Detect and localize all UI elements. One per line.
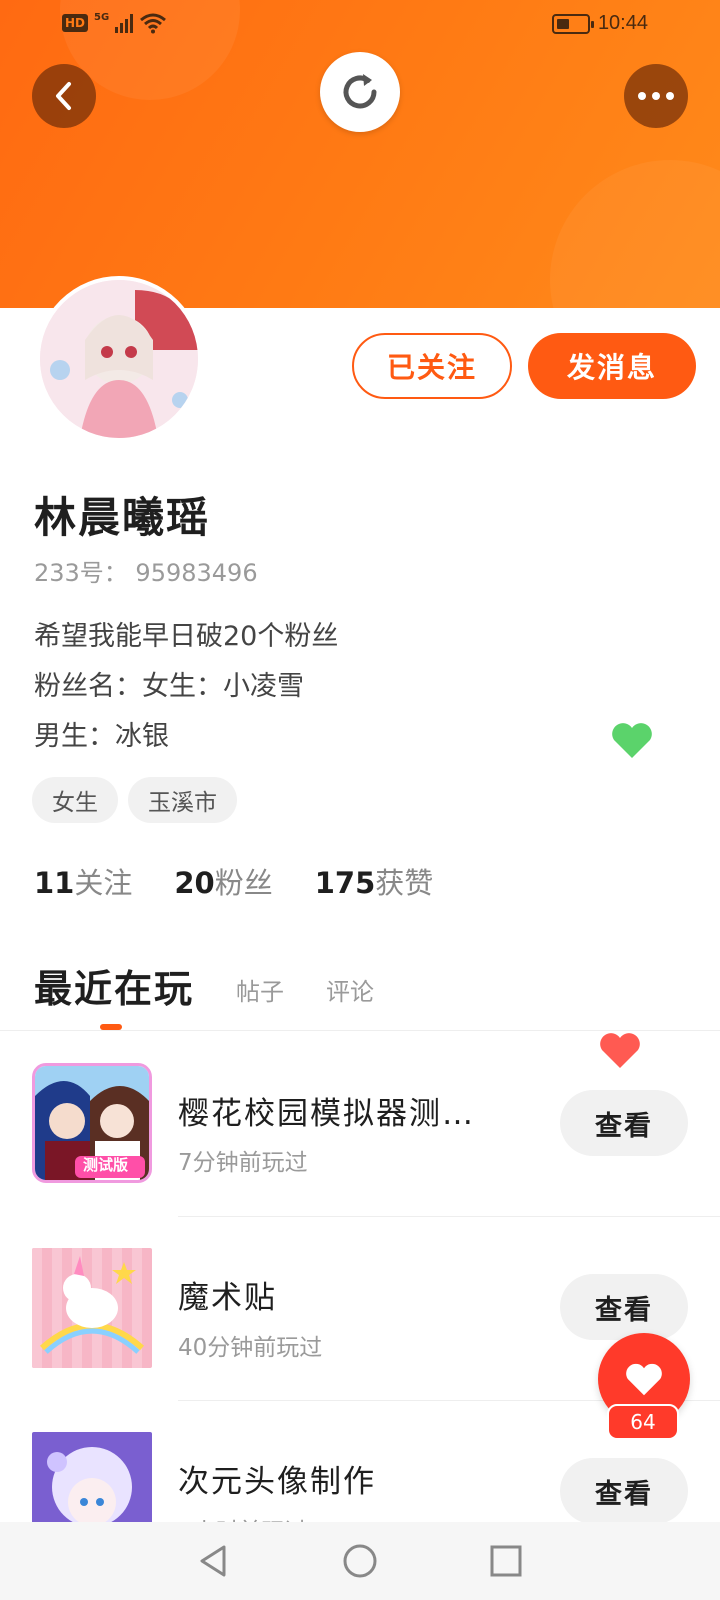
view-button[interactable]: 查看: [560, 1090, 688, 1156]
home-circle-icon[interactable]: [342, 1543, 378, 1579]
status-bar: HD 5G 10:44: [0, 0, 720, 48]
stat-number: 20: [174, 866, 215, 900]
send-message-button[interactable]: 发消息: [528, 333, 696, 399]
avatar-illustration: [40, 280, 198, 438]
bio-line: 男生：冰银: [34, 721, 169, 752]
game-last-played: 7分钟前玩过: [178, 1150, 308, 1176]
more-button[interactable]: [624, 64, 688, 128]
tab-posts[interactable]: 帖子: [236, 972, 284, 1013]
followed-button[interactable]: 已关注: [352, 333, 512, 399]
stat-label: 关注: [74, 866, 133, 900]
avatar[interactable]: [36, 276, 202, 442]
list-item[interactable]: 测试版 樱花校园模拟器测… 7分钟前玩过 查看: [0, 1030, 720, 1214]
stat-number: 11: [34, 866, 75, 900]
tab-recently-played[interactable]: 最近在玩: [34, 958, 194, 1013]
stat-label: 获赞: [375, 866, 434, 900]
profile-stats: 11关注 20粉丝 175获赞: [34, 860, 433, 902]
stat-fans[interactable]: 20粉丝: [174, 860, 272, 902]
status-right: 10:44: [551, 12, 648, 35]
decorative-circle: [550, 160, 720, 308]
chevron-left-icon: [56, 82, 71, 110]
user-id: 233号： 95983496: [34, 559, 258, 587]
test-badge: 测试版: [83, 1156, 129, 1174]
back-button[interactable]: [32, 64, 96, 128]
clock: 10:44: [597, 12, 648, 34]
game-last-played: 40分钟前玩过: [178, 1335, 323, 1361]
stat-likes[interactable]: 175获赞: [315, 860, 434, 902]
wifi-icon: [140, 13, 167, 34]
network-type: 5G: [94, 11, 110, 23]
game-icon-sakura: 测试版: [32, 1063, 152, 1183]
more-dots-icon: [638, 92, 674, 100]
status-left: HD 5G: [62, 12, 167, 34]
game-name: 樱花校园模拟器测…: [178, 1096, 475, 1132]
recents-square-icon[interactable]: [488, 1543, 524, 1579]
tab-comments[interactable]: 评论: [326, 972, 374, 1013]
bio-line: 希望我能早日破20个粉丝: [34, 621, 339, 652]
tag-location: 玉溪市: [128, 777, 237, 823]
system-nav-bar: [0, 1522, 720, 1600]
view-button[interactable]: 查看: [560, 1458, 688, 1524]
stat-following[interactable]: 11关注: [34, 860, 132, 902]
bio: 希望我能早日破20个粉丝 粉丝名：女生：小凌雪 男生：冰银: [34, 612, 338, 762]
game-icon-magic-sticker: [32, 1248, 152, 1368]
username: 林晨曦瑶: [34, 493, 211, 542]
game-name: 次元头像制作: [178, 1464, 376, 1500]
like-count-badge: 64: [607, 1404, 679, 1440]
hd-badge: HD: [62, 14, 89, 32]
battery-icon: [551, 13, 594, 34]
signal-icon: [115, 13, 134, 33]
stat-number: 175: [314, 866, 376, 900]
bio-line: 粉丝名：女生：小凌雪: [34, 671, 304, 702]
game-name: 魔术贴: [178, 1280, 277, 1316]
profile-tags: 女生 玉溪市: [32, 777, 237, 823]
tag-gender: 女生: [32, 777, 118, 823]
refresh-icon: [343, 74, 377, 109]
view-button[interactable]: 查看: [560, 1274, 688, 1340]
refresh-button[interactable]: [320, 52, 400, 132]
stat-label: 粉丝: [214, 866, 273, 900]
back-triangle-icon[interactable]: [196, 1543, 232, 1579]
green-heart-icon: [612, 723, 652, 758]
profile-tabs: 最近在玩 帖子 评论: [34, 958, 374, 1013]
heart-icon: [626, 1363, 662, 1396]
